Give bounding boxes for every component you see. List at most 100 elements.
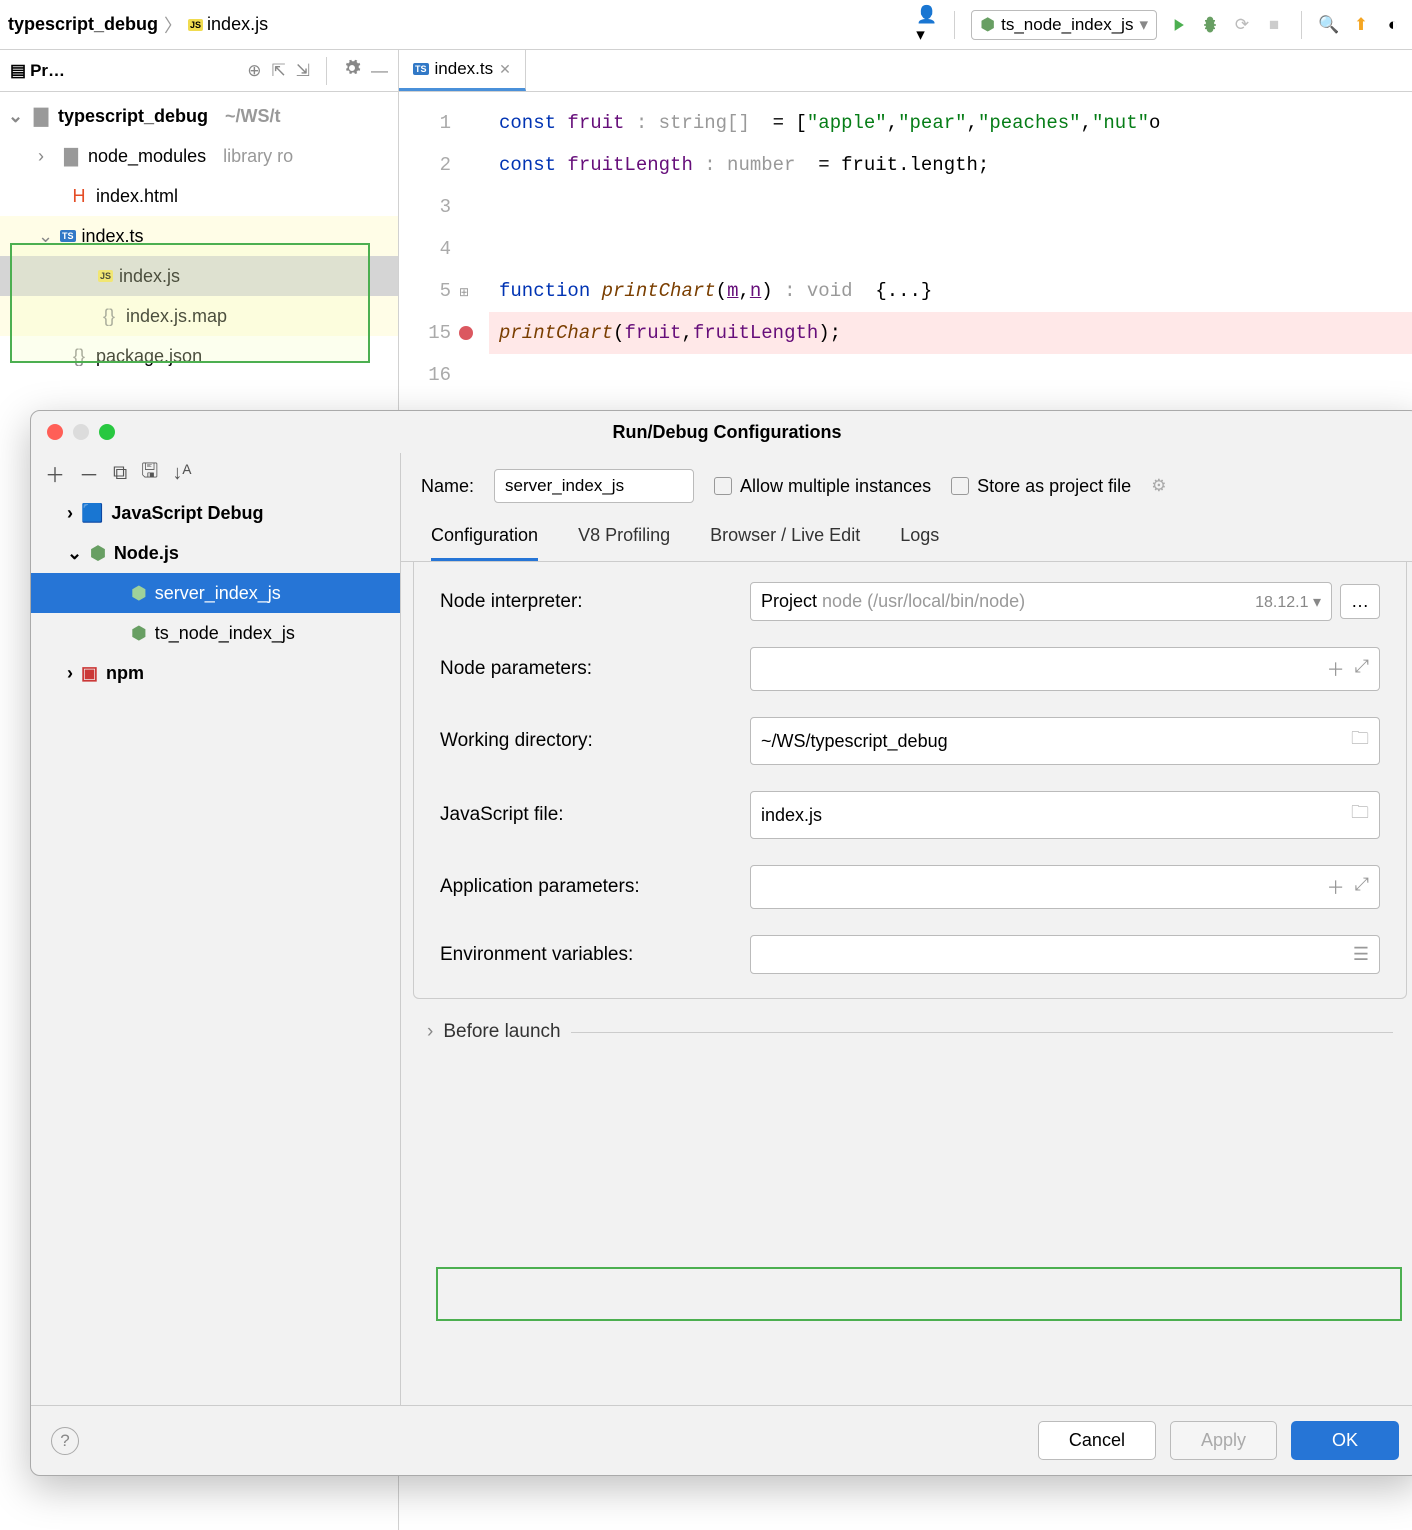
node-interpreter-select[interactable]: Project node (/usr/local/bin/node) 18.12… bbox=[750, 582, 1332, 621]
tree-index-ts[interactable]: ⌄TSindex.ts bbox=[0, 216, 398, 256]
expand-icon[interactable]: ⤢ bbox=[1355, 656, 1369, 682]
breadcrumb[interactable]: typescript_debug 〉 JS index.js bbox=[8, 12, 268, 38]
breadcrumb-sep-icon: 〉 bbox=[164, 12, 182, 38]
npm-icon: ▣ bbox=[81, 663, 98, 684]
run-config-label: ts_node_index_js bbox=[1001, 15, 1133, 35]
working-directory-label: Working directory: bbox=[440, 730, 750, 752]
run-config-select[interactable]: ⬢ ts_node_index_js ▾ bbox=[971, 10, 1157, 40]
config-tree-toolbar: ＋ － ⧉ 🖫 ↓ᴬ bbox=[31, 453, 400, 493]
javascript-file-label: JavaScript file: bbox=[440, 804, 750, 826]
search-icon[interactable]: 🔍 bbox=[1318, 14, 1340, 36]
tab-logs[interactable]: Logs bbox=[900, 525, 939, 561]
dialog-title: Run/Debug Configurations bbox=[115, 422, 1339, 443]
javascript-file-input[interactable]: index.js🗀 bbox=[750, 791, 1380, 839]
tree-index-js-map[interactable]: {}index.js.map bbox=[0, 296, 398, 336]
save-config-icon[interactable]: 🖫 bbox=[141, 456, 158, 490]
tree-package-json[interactable]: {}package.json bbox=[0, 336, 398, 376]
working-directory-input[interactable]: ~/WS/typescript_debug🗀 bbox=[750, 717, 1380, 765]
config-js-debug[interactable]: ›🟦JavaScript Debug bbox=[31, 493, 400, 533]
config-tree[interactable]: ›🟦JavaScript Debug ⌄⬢Node.js ⬢server_ind… bbox=[31, 493, 400, 693]
project-tool-title[interactable]: ▤ Pr… bbox=[10, 61, 65, 81]
map-file-icon: {} bbox=[98, 306, 120, 327]
ts-file-icon: TS bbox=[413, 63, 429, 75]
zoom-window-icon[interactable] bbox=[99, 424, 115, 440]
config-tabs: Configuration V8 Profiling Browser / Liv… bbox=[401, 513, 1412, 562]
node-parameters-label: Node parameters: bbox=[440, 658, 750, 680]
ok-button[interactable]: OK bbox=[1291, 1421, 1399, 1460]
add-config-icon[interactable]: ＋ bbox=[45, 459, 65, 488]
environment-variables-input[interactable]: ☰ bbox=[750, 935, 1380, 974]
close-tab-icon[interactable]: ✕ bbox=[499, 61, 511, 78]
store-as-project-checkbox[interactable]: Store as project file bbox=[951, 476, 1131, 497]
apply-button[interactable]: Apply bbox=[1170, 1421, 1277, 1460]
environment-variables-label: Environment variables: bbox=[440, 944, 750, 966]
dropdown-icon: ▾ bbox=[1139, 15, 1148, 35]
tree-index-js[interactable]: JSindex.js bbox=[0, 256, 398, 296]
update-icon[interactable]: ⬆ bbox=[1350, 14, 1372, 36]
run-icon[interactable] bbox=[1167, 14, 1189, 36]
tab-browser-live-edit[interactable]: Browser / Live Edit bbox=[710, 525, 860, 561]
remove-config-icon[interactable]: － bbox=[79, 459, 99, 488]
application-parameters-label: Application parameters: bbox=[440, 876, 750, 898]
tree-index-html[interactable]: Hindex.html bbox=[0, 176, 398, 216]
node-interpreter-browse[interactable]: … bbox=[1340, 584, 1380, 619]
node-parameters-input[interactable]: ＋⤢ bbox=[750, 647, 1380, 691]
settings-icon[interactable] bbox=[343, 59, 361, 82]
settings-gear-icon[interactable]: ⚙ bbox=[1151, 476, 1166, 496]
editor-tab-index-ts[interactable]: TS index.ts ✕ bbox=[399, 50, 526, 91]
sort-config-icon[interactable]: ↓ᴬ bbox=[172, 462, 191, 485]
node-interpreter-label: Node interpreter: bbox=[440, 591, 750, 613]
help-icon[interactable]: ? bbox=[51, 1427, 79, 1455]
window-controls[interactable] bbox=[31, 424, 115, 440]
config-npm[interactable]: ›▣npm bbox=[31, 653, 400, 693]
name-label: Name: bbox=[421, 476, 474, 497]
expand-icon[interactable]: ⤢ bbox=[1355, 874, 1369, 900]
config-nodejs[interactable]: ⌄⬢Node.js bbox=[31, 533, 400, 573]
tree-node-modules[interactable]: ›▇node_modules library ro bbox=[0, 136, 398, 176]
add-icon[interactable]: ＋ bbox=[1327, 874, 1345, 900]
debug-icon[interactable] bbox=[1199, 14, 1221, 36]
config-ts-node-index-js[interactable]: ⬢ts_node_index_js bbox=[31, 613, 400, 653]
project-tree[interactable]: ⌄▇typescript_debug ~/WS/t ›▇node_modules… bbox=[0, 92, 398, 380]
top-toolbar: typescript_debug 〉 JS index.js 👤▾ ⬢ ts_n… bbox=[0, 0, 1412, 50]
nodejs-icon: ⬢ bbox=[131, 583, 147, 604]
ts-file-icon: TS bbox=[60, 230, 76, 242]
target-icon[interactable]: ⊕ bbox=[247, 61, 261, 81]
nodejs-icon: ⬢ bbox=[131, 623, 147, 644]
jetbrains-icon[interactable]: ◐ bbox=[1382, 14, 1404, 36]
js-file-icon: JS bbox=[188, 19, 203, 31]
before-launch-section[interactable]: › Before launch bbox=[401, 1011, 1412, 1053]
config-server-index-js[interactable]: ⬢server_index_js bbox=[31, 573, 400, 613]
name-input[interactable] bbox=[494, 469, 694, 503]
js-file-icon: JS bbox=[98, 270, 113, 282]
run-debug-config-dialog: Run/Debug Configurations ＋ － ⧉ 🖫 ↓ᴬ ›🟦Ja… bbox=[30, 410, 1412, 1476]
browse-folder-icon[interactable]: 🗀 bbox=[1351, 800, 1369, 830]
close-window-icon[interactable] bbox=[47, 424, 63, 440]
application-parameters-input[interactable]: ＋⤢ bbox=[750, 865, 1380, 909]
breakpoint-icon[interactable] bbox=[459, 326, 473, 340]
fold-icon[interactable]: ⊞ bbox=[459, 286, 469, 300]
stop-icon[interactable]: ■ bbox=[1263, 14, 1285, 36]
browse-folder-icon[interactable]: 🗀 bbox=[1351, 726, 1369, 756]
nodejs-icon: ⬢ bbox=[90, 543, 106, 564]
minimize-window-icon[interactable] bbox=[73, 424, 89, 440]
tree-root[interactable]: ⌄▇typescript_debug ~/WS/t bbox=[0, 96, 398, 136]
html-file-icon: H bbox=[68, 186, 90, 207]
collapse-icon[interactable]: ⇲ bbox=[296, 61, 310, 81]
add-icon[interactable]: ＋ bbox=[1327, 656, 1345, 682]
run-with-coverage-icon[interactable]: ⟳ bbox=[1231, 14, 1253, 36]
breadcrumb-project[interactable]: typescript_debug bbox=[8, 14, 158, 35]
tab-v8-profiling[interactable]: V8 Profiling bbox=[578, 525, 670, 561]
js-debug-icon: 🟦 bbox=[81, 503, 103, 524]
expand-icon[interactable]: ⇱ bbox=[272, 61, 286, 81]
breadcrumb-file[interactable]: index.js bbox=[207, 14, 268, 35]
json-file-icon: {} bbox=[68, 346, 90, 367]
list-icon[interactable]: ☰ bbox=[1353, 944, 1369, 965]
cancel-button[interactable]: Cancel bbox=[1038, 1421, 1156, 1460]
hide-icon[interactable]: — bbox=[371, 61, 388, 81]
tab-configuration[interactable]: Configuration bbox=[431, 525, 538, 561]
copy-config-icon[interactable]: ⧉ bbox=[113, 462, 127, 485]
allow-multiple-checkbox[interactable]: Allow multiple instances bbox=[714, 476, 931, 497]
user-icon[interactable]: 👤▾ bbox=[916, 14, 938, 36]
project-toolbar: ▤ Pr… ⊕ ⇱ ⇲ — bbox=[0, 50, 398, 92]
